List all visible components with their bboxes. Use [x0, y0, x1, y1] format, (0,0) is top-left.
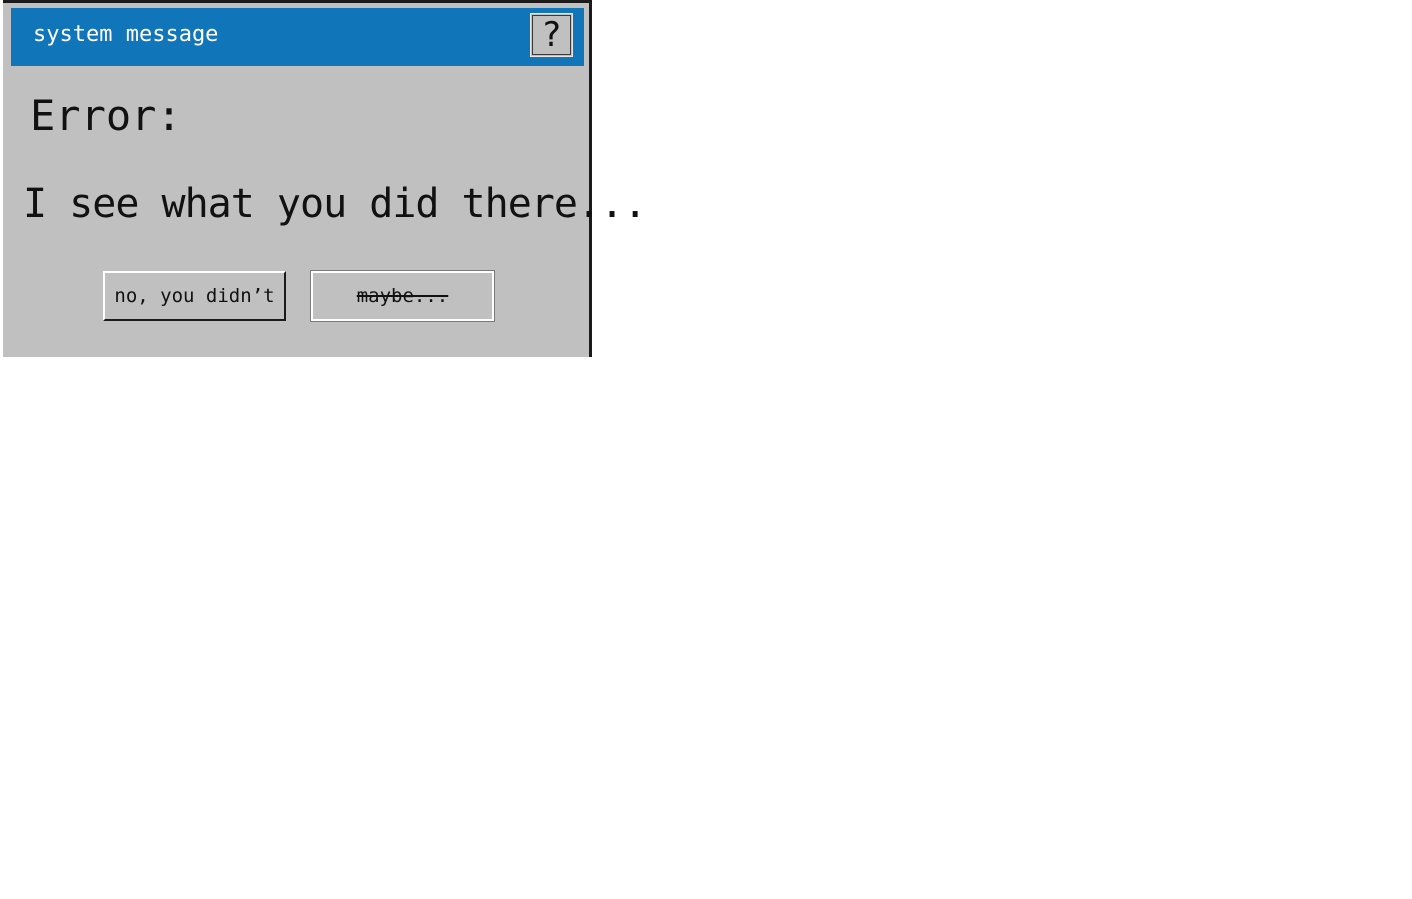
no-you-didnt-button[interactable]: no, you didn’t — [103, 271, 286, 321]
system-message-dialog: system message ? Error: I see what you d… — [3, 0, 647, 357]
no-button-label: no, you didn’t — [114, 285, 275, 307]
maybe-button-label: maybe... — [356, 285, 449, 307]
error-message: I see what you did there... — [23, 181, 647, 227]
dialog-title: system message — [33, 22, 219, 47]
title-bar: system message ? — [11, 8, 584, 66]
help-button[interactable]: ? — [530, 13, 573, 57]
error-heading: Error: — [30, 91, 182, 140]
question-mark-icon: ? — [532, 15, 571, 55]
maybe-button[interactable]: maybe... — [310, 270, 495, 322]
